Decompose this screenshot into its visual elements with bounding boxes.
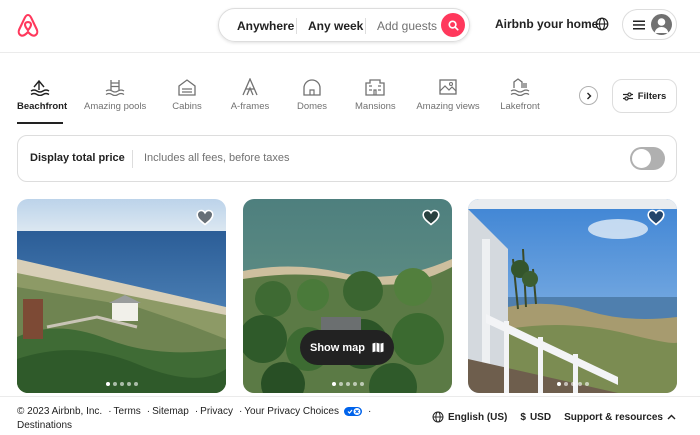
cabin-icon (178, 79, 196, 96)
footer-link-terms[interactable]: Terms (114, 406, 141, 417)
category-cabins[interactable]: Cabins (170, 70, 204, 124)
display-total-price-title: Display total price (30, 152, 125, 164)
user-menu-button[interactable] (622, 9, 677, 40)
categories-next-button[interactable] (579, 86, 598, 105)
a-frame-icon (242, 78, 258, 96)
category-label: A-frames (230, 101, 270, 112)
support-resources-button[interactable]: Support & resources (564, 412, 676, 423)
mansion-icon (365, 79, 385, 96)
category-mansions[interactable]: Mansions (355, 70, 396, 124)
search-when[interactable]: Any week (308, 9, 363, 43)
dome-icon (303, 79, 321, 96)
search-icon (447, 19, 459, 31)
listing-photo (17, 199, 226, 393)
currency-label: USD (529, 411, 552, 423)
category-a-frames[interactable]: A-frames (229, 70, 271, 124)
photo-pagination (243, 382, 452, 386)
category-label: Lakefront (500, 101, 540, 112)
footer-settings: English (US) $ USD Support & resources (432, 411, 676, 423)
filters-button[interactable]: Filters (612, 79, 677, 113)
beachfront-icon (30, 79, 50, 96)
category-label: Mansions (355, 101, 396, 112)
airbnb-logo-icon[interactable] (16, 13, 40, 39)
top-navbar: Anywhere Any week Add guests Airbnb your… (0, 0, 700, 53)
privacy-choices-icon (343, 406, 362, 416)
category-label: Cabins (172, 101, 202, 112)
search-bar[interactable]: Anywhere Any week Add guests (218, 8, 470, 42)
search-divider (365, 18, 366, 34)
chevron-right-icon (586, 92, 591, 99)
pool-icon (105, 80, 124, 96)
support-label: Support & resources (564, 411, 663, 423)
user-avatar-icon (651, 14, 672, 35)
search-who[interactable]: Add guests (377, 9, 437, 43)
search-button[interactable] (441, 13, 465, 37)
footer-link-destinations[interactable]: Destinations (17, 420, 72, 431)
display-total-price-toggle[interactable] (630, 147, 665, 170)
category-label: Beachfront (17, 101, 68, 112)
view-icon (439, 79, 457, 95)
display-total-price-subtitle: Includes all fees, before taxes (144, 152, 290, 164)
globe-icon (432, 411, 444, 423)
footer: © 2023 Airbnb, Inc. · Terms · Sitemap · Privac… (0, 396, 700, 435)
category-lakefront[interactable]: Lakefront (499, 70, 541, 124)
copyright-text: © 2023 Airbnb, Inc. (17, 406, 103, 417)
lakefront-icon (510, 78, 530, 96)
airbnb-your-home-link[interactable]: Airbnb your home (495, 17, 598, 31)
chevron-up-icon (667, 414, 676, 420)
map-icon (372, 342, 384, 353)
footer-link-privacy[interactable]: Privacy (200, 406, 233, 417)
listing-card[interactable] (17, 199, 226, 393)
toggle-knob (632, 149, 651, 168)
filters-icon (622, 91, 633, 101)
listing-photo (468, 199, 677, 393)
category-label: Amazing views (416, 101, 480, 112)
category-beachfront[interactable]: Beachfront (17, 70, 68, 124)
display-total-price-bar: Display total price Includes all fees, b… (17, 135, 677, 182)
heart-icon[interactable] (422, 209, 440, 226)
currency-button[interactable]: $ USD (520, 412, 551, 423)
filters-label: Filters (637, 90, 667, 102)
search-divider (296, 18, 297, 34)
globe-icon[interactable] (595, 17, 609, 31)
category-amazing-pools[interactable]: Amazing pools (84, 70, 147, 124)
category-label: Domes (296, 101, 328, 112)
currency-symbol: $ (520, 411, 526, 423)
footer-link-sitemap[interactable]: Sitemap (152, 406, 189, 417)
heart-icon[interactable] (196, 209, 214, 226)
language-button[interactable]: English (US) (432, 411, 507, 423)
footer-link-privacy-choices[interactable]: Your Privacy Choices (244, 406, 339, 417)
show-map-button[interactable]: Show map (300, 330, 394, 365)
category-domes[interactable]: Domes (296, 70, 328, 124)
photo-pagination (17, 382, 226, 386)
category-label: Amazing pools (84, 101, 147, 112)
heart-icon[interactable] (647, 209, 665, 226)
search-where[interactable]: Anywhere (237, 9, 294, 43)
hamburger-icon (633, 20, 645, 30)
show-map-label: Show map (309, 341, 365, 354)
footer-links: © 2023 Airbnb, Inc. · Terms · Sitemap · Privac… (17, 406, 372, 431)
divider (132, 150, 133, 168)
category-amazing-views[interactable]: Amazing views (416, 70, 480, 124)
photo-pagination (468, 382, 677, 386)
listing-card[interactable] (468, 199, 677, 393)
language-label: English (US) (447, 411, 508, 423)
